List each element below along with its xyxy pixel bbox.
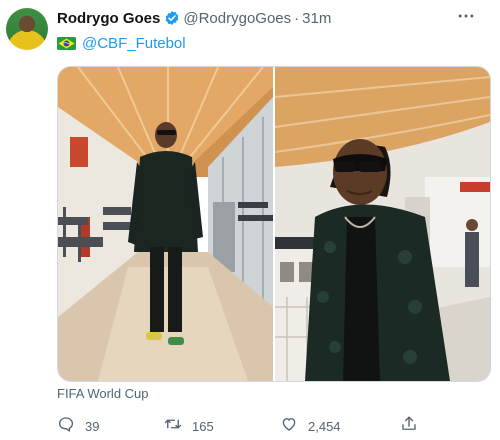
reply-count: 39 [85,418,100,434]
author-name[interactable]: Rodrygo Goes [57,10,160,27]
reply-icon [57,415,75,438]
mention-link[interactable]: @CBF_Futebol [82,35,186,52]
media-photo-1[interactable] [58,67,273,381]
author-avatar[interactable] [6,8,48,50]
like-button[interactable]: 2,454 [280,415,341,437]
like-count: 2,454 [308,418,341,434]
share-button[interactable] [400,415,418,437]
heart-icon [280,415,298,438]
reply-button[interactable]: 39 [57,415,99,437]
media-photo-2[interactable] [275,67,490,381]
tweet-actions: 39 165 2,454 [57,415,437,437]
tweet-text: @CBF_Futebol [57,34,186,52]
media-grid [57,66,491,382]
media-caption: FIFA World Cup [57,386,149,401]
verified-badge-icon [164,10,180,26]
more-icon[interactable] [456,6,476,29]
retweet-button[interactable]: 165 [164,415,214,437]
tweet-timestamp[interactable]: 31m [302,10,331,27]
brazil-flag-icon [57,36,76,50]
share-icon [400,415,418,438]
retweet-icon [164,415,182,438]
tweet-header: Rodrygo Goes @RodrygoGoes · 31m [57,9,331,27]
author-handle[interactable]: @RodrygoGoes [183,10,291,27]
separator-dot: · [294,9,300,27]
retweet-count: 165 [192,418,214,434]
